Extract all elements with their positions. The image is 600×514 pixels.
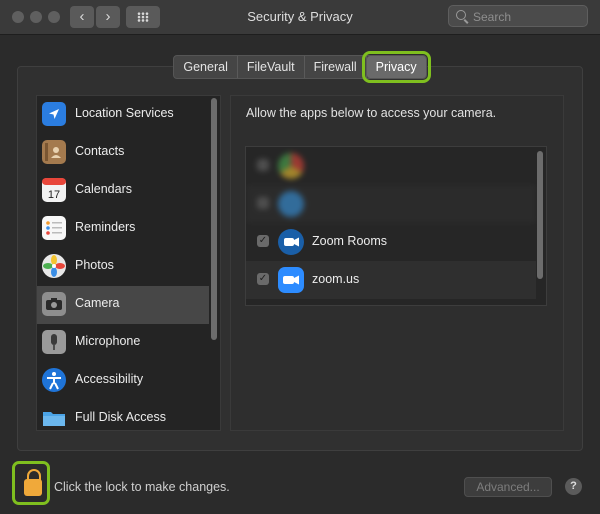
camera-icon xyxy=(42,292,66,316)
list-item[interactable] xyxy=(246,147,536,185)
sidebar-scrollbar[interactable] xyxy=(211,98,217,340)
lock-button[interactable] xyxy=(12,461,50,505)
sidebar-item-reminders[interactable]: Reminders xyxy=(37,210,209,248)
search-icon xyxy=(456,10,466,20)
list-item-zoom-rooms[interactable]: ✓ Zoom Rooms xyxy=(246,223,536,261)
sidebar-item-label: Full Disk Access xyxy=(75,410,166,424)
sidebar-item-label: Accessibility xyxy=(75,372,144,386)
help-button[interactable]: ? xyxy=(565,478,582,495)
app-checkbox[interactable]: ✓ xyxy=(257,273,269,285)
title-bar: ‹ › Security & Privacy xyxy=(0,0,600,35)
sidebar-item-microphone[interactable]: Microphone xyxy=(37,324,209,362)
sidebar-item-label: Microphone xyxy=(75,334,141,348)
sidebar-item-label: Location Services xyxy=(75,106,174,120)
contacts-book-icon xyxy=(42,140,66,164)
app-list[interactable]: ✓ Zoom Rooms ✓ zoom.us xyxy=(245,146,547,306)
tab-privacy[interactable]: Privacy xyxy=(361,51,431,83)
app-checkbox[interactable] xyxy=(257,197,269,209)
folder-icon xyxy=(42,406,66,430)
tab-general[interactable]: General xyxy=(174,56,238,78)
svg-text:17: 17 xyxy=(48,189,60,201)
access-heading: Allow the apps below to access your came… xyxy=(246,106,497,120)
advanced-button[interactable]: Advanced... xyxy=(464,477,552,497)
list-item[interactable] xyxy=(246,185,536,223)
search-input[interactable] xyxy=(471,8,585,26)
sidebar-item-accessibility[interactable]: Accessibility xyxy=(37,362,209,400)
list-item-zoom-us[interactable]: ✓ zoom.us xyxy=(246,261,536,299)
search-field[interactable] xyxy=(448,5,588,27)
accessibility-icon xyxy=(42,368,66,392)
app-checkbox[interactable] xyxy=(257,159,269,171)
chrome-icon xyxy=(278,153,304,179)
zoom-icon xyxy=(278,267,304,293)
lock-hint-text: Click the lock to make changes. xyxy=(54,480,230,494)
app-name: zoom.us xyxy=(312,272,360,286)
tab-bar: General FileVault Firewall Privacy xyxy=(0,51,600,83)
microphone-icon xyxy=(42,330,66,354)
sidebar-item-label: Camera xyxy=(75,296,120,310)
sidebar-item-camera[interactable]: Camera xyxy=(37,286,209,324)
sidebar-item-label: Contacts xyxy=(75,144,125,158)
app-name: Zoom Rooms xyxy=(312,234,388,248)
sidebar-item-photos[interactable]: Photos xyxy=(37,248,209,286)
sidebar-item-label: Calendars xyxy=(75,182,132,196)
app-checkbox[interactable]: ✓ xyxy=(257,235,269,247)
sidebar-item-contacts[interactable]: Contacts xyxy=(37,134,209,172)
app-icon xyxy=(278,191,304,217)
sidebar-item-calendars[interactable]: 17 Calendars xyxy=(37,172,209,210)
sidebar-item-label: Reminders xyxy=(75,220,136,234)
sidebar-item-location-services[interactable]: Location Services xyxy=(37,96,209,134)
calendar-icon: 17 xyxy=(42,178,66,202)
photos-flower-icon xyxy=(42,254,66,278)
reminders-list-icon xyxy=(42,216,66,240)
app-list-scrollbar[interactable] xyxy=(537,151,543,279)
tab-filevault[interactable]: FileVault xyxy=(238,56,305,78)
privacy-category-list[interactable]: Location Services Contacts 17 Calendars … xyxy=(36,95,221,431)
location-arrow-icon xyxy=(42,102,66,126)
tab-group: General FileVault Firewall Privacy xyxy=(173,51,431,83)
tab-firewall[interactable]: Firewall xyxy=(305,56,367,78)
sidebar-item-full-disk-access[interactable]: Full Disk Access xyxy=(37,400,209,430)
zoom-rooms-icon xyxy=(278,229,304,255)
sidebar-item-label: Photos xyxy=(75,258,114,272)
